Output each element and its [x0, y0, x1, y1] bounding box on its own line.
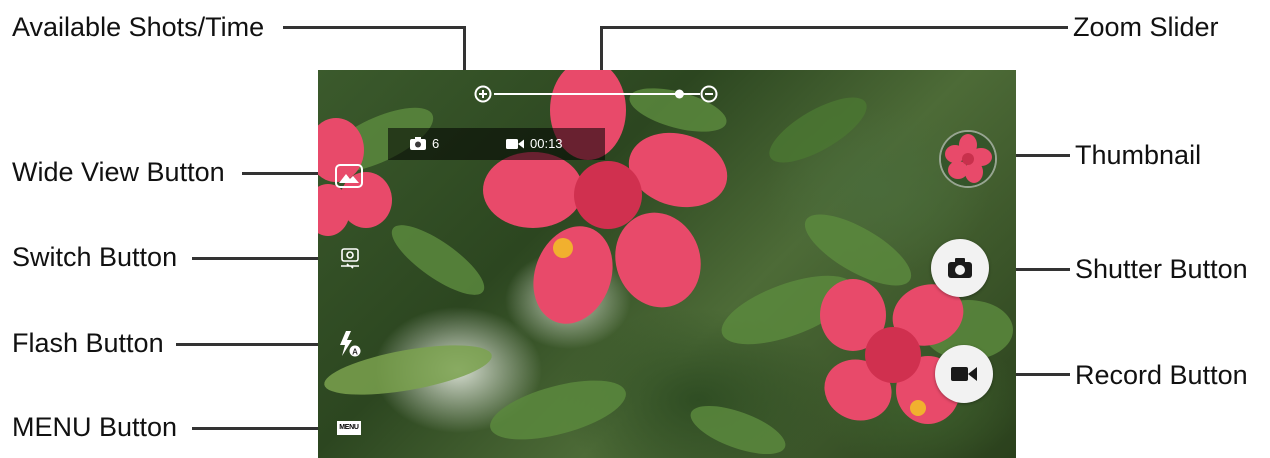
- callout-menu-button: MENU Button: [12, 412, 178, 442]
- menu-button[interactable]: MENU: [337, 421, 361, 435]
- switch-button[interactable]: [338, 246, 362, 272]
- camera-viewfinder[interactable]: 6 00:13 A MENU: [318, 70, 1016, 458]
- record-button[interactable]: [935, 345, 993, 403]
- shots-remaining-count: 6: [432, 136, 440, 151]
- switch-camera-icon: [341, 248, 359, 269]
- camera-icon: [410, 137, 426, 150]
- available-shots-time-bar: 6 00:13: [388, 128, 605, 160]
- flash-button[interactable]: A: [337, 330, 361, 358]
- video-camera-icon: [951, 367, 977, 381]
- callout-shutter-button: Shutter Button: [1075, 254, 1248, 284]
- thumbnail-image: [941, 132, 995, 186]
- record-time-group: 00:13: [506, 136, 563, 151]
- callout-wide-view-button: Wide View Button: [12, 157, 225, 187]
- callout-available-shots-time: Available Shots/Time: [12, 12, 265, 42]
- leader-flash: [176, 343, 338, 346]
- callout-thumbnail: Thumbnail: [1075, 140, 1202, 170]
- callout-zoom-slider: Zoom Slider: [1073, 12, 1219, 42]
- landscape-icon: [339, 174, 359, 183]
- svg-text:A: A: [352, 348, 358, 357]
- callout-flash-button: Flash Button: [12, 328, 164, 358]
- leader-available-shots-h: [283, 26, 466, 29]
- leader-menu: [192, 427, 338, 430]
- thumbnail[interactable]: [939, 130, 997, 188]
- video-camera-icon: [506, 138, 524, 149]
- zoom-slider[interactable]: [474, 82, 724, 106]
- callout-switch-button: Switch Button: [12, 242, 178, 272]
- wide-view-button[interactable]: [335, 164, 363, 188]
- zoom-thumb: [674, 89, 684, 99]
- shutter-button[interactable]: [931, 239, 989, 297]
- leader-zoom-h: [600, 26, 1068, 29]
- callout-record-button: Record Button: [1075, 360, 1248, 390]
- shots-remaining-group: 6: [410, 136, 439, 151]
- leader-switch: [192, 257, 338, 260]
- camera-icon: [948, 258, 972, 278]
- record-time-remaining: 00:13: [530, 136, 563, 151]
